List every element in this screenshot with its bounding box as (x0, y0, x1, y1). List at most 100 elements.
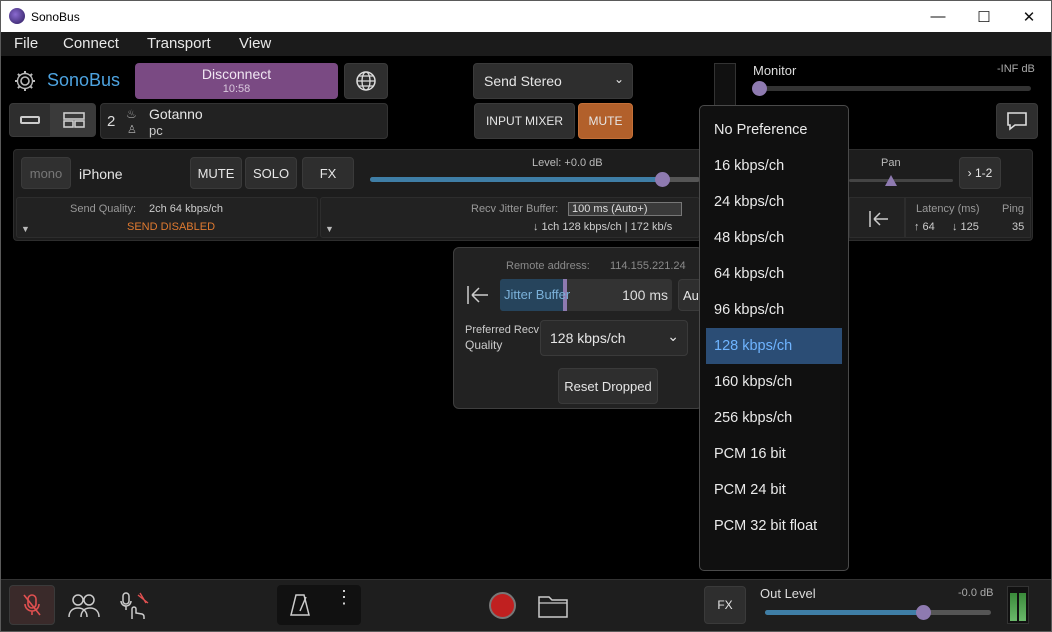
peer-mute-button[interactable]: MUTE (190, 157, 242, 189)
metronome-icon (290, 594, 310, 616)
peers-icon[interactable] (67, 591, 101, 619)
jitter-buffer-value: 100 ms (622, 287, 668, 303)
maximize-button[interactable]: ☐ (961, 1, 1007, 32)
app-name: SonoBus (47, 70, 121, 90)
menu-connect[interactable]: Connect (63, 35, 119, 52)
pan-slider-track[interactable] (849, 179, 953, 182)
minimize-button[interactable]: — (915, 1, 961, 32)
metronome-panel[interactable]: ⋮ (277, 585, 361, 625)
pref-recv-label-2: Quality (465, 338, 503, 352)
close-button[interactable]: ✕ (1006, 1, 1051, 32)
output-meter (1007, 586, 1029, 624)
pan-label: Pan (881, 157, 901, 169)
quality-option-selected[interactable]: 128 kbps/ch (706, 328, 842, 364)
send-quality-value: 2ch 64 kbps/ch (149, 203, 223, 215)
output-fx-button[interactable]: FX (704, 586, 746, 624)
out-level-db: -0.0 dB (958, 587, 994, 599)
send-quality-label: Send Quality: (70, 203, 137, 215)
quality-option[interactable]: 48 kbps/ch (706, 220, 842, 256)
level-slider-fill (370, 177, 662, 182)
disconnect-label: Disconnect (201, 66, 272, 82)
channels-label: 1-2 (975, 166, 993, 180)
single-view-button[interactable] (9, 103, 51, 137)
jitter-buffer-label: Jitter Buffer (504, 287, 571, 302)
session-time: 10:58 (222, 83, 251, 95)
settings-icon[interactable] (13, 69, 37, 93)
push-to-talk-icon[interactable] (120, 591, 152, 621)
pref-recv-quality-select[interactable]: 128 kbps/ch ⌄ (540, 320, 688, 356)
mono-toggle[interactable]: mono (21, 157, 71, 189)
user-name: pc (149, 123, 163, 138)
group-info-panel[interactable]: 2 ♨ Gotanno ♙ pc (100, 103, 388, 139)
menu-file[interactable]: File (14, 35, 38, 52)
record-button[interactable] (489, 592, 516, 619)
recv-panel[interactable]: Recv Jitter Buffer: 100 ms (Auto+) ↓ 1ch… (320, 197, 700, 238)
send-mode-select[interactable]: Send Stereo ⌄ (473, 63, 633, 99)
level-slider-thumb[interactable] (655, 172, 670, 187)
monitor-slider-thumb[interactable] (752, 81, 767, 96)
quality-dropdown-list: No Preference 16 kbps/ch 24 kbps/ch 48 k… (699, 105, 849, 571)
quality-option[interactable]: No Preference (706, 112, 842, 148)
group-icon: ♨ (126, 107, 137, 121)
input-mixer-button[interactable]: INPUT MIXER (474, 103, 575, 139)
quality-option[interactable]: 24 kbps/ch (706, 184, 842, 220)
expand-recv-icon[interactable]: ▼ (325, 224, 334, 234)
jitter-reset-icon[interactable] (466, 285, 490, 305)
recv-jitter-value: 100 ms (Auto+) (568, 202, 682, 216)
recv-jitter-label: Recv Jitter Buffer: (471, 203, 559, 215)
connect-server-button[interactable] (344, 63, 388, 99)
quality-option[interactable]: 96 kbps/ch (706, 292, 842, 328)
sonobus-window: SonoBus — ☐ ✕ File Connect Transport Vie… (0, 0, 1052, 632)
chevron-down-icon: ⌄ (613, 72, 624, 86)
quality-option[interactable]: PCM 24 bit (706, 472, 842, 508)
chat-button[interactable] (996, 103, 1038, 139)
out-level-label: Out Level (760, 586, 816, 601)
out-level-slider-thumb[interactable] (916, 605, 931, 620)
quality-option[interactable]: PCM 16 bit (706, 436, 842, 472)
folder-icon[interactable] (537, 593, 569, 619)
peer-name: iPhone (79, 166, 123, 182)
user-icon: ♙ (127, 124, 137, 136)
output-meter-left (1010, 593, 1017, 621)
chat-bubble-icon (1007, 112, 1027, 131)
footer-bar (1, 579, 1051, 631)
expand-send-icon[interactable]: ▼ (21, 224, 30, 234)
quality-option[interactable]: 64 kbps/ch (706, 256, 842, 292)
reset-dropped-button[interactable]: Reset Dropped (558, 368, 658, 404)
title-bar: SonoBus — ☐ ✕ (1, 1, 1051, 32)
more-options-icon[interactable]: ⋮ (335, 588, 353, 606)
single-layout-icon (20, 116, 40, 124)
reset-jitter-button[interactable] (849, 197, 905, 238)
peer-solo-button[interactable]: SOLO (245, 157, 297, 189)
multi-view-button[interactable] (51, 103, 96, 137)
main-mute-button[interactable]: MUTE (578, 103, 633, 139)
arrow-left-bar-icon (869, 211, 888, 227)
quality-option[interactable]: 256 kbps/ch (706, 400, 842, 436)
menu-view[interactable]: View (239, 35, 271, 52)
chevron-right-icon: › (967, 166, 975, 180)
channels-button[interactable]: › 1-2 (959, 157, 1001, 189)
menu-transport[interactable]: Transport (147, 35, 211, 52)
mic-mute-button[interactable] (9, 585, 55, 625)
quality-option[interactable]: 16 kbps/ch (706, 148, 842, 184)
send-disabled-status: SEND DISABLED (127, 221, 216, 233)
monitor-slider-track[interactable] (758, 86, 1031, 91)
latency-up: ↑ 64 (914, 221, 935, 233)
window-title: SonoBus (31, 10, 80, 24)
monitor-label: Monitor (753, 63, 797, 78)
group-name: Gotanno (149, 106, 203, 122)
globe-icon (356, 71, 376, 91)
quality-option[interactable]: 160 kbps/ch (706, 364, 842, 400)
pan-slider-thumb[interactable] (885, 175, 897, 186)
send-quality-panel[interactable]: Send Quality: 2ch 64 kbps/ch SEND DISABL… (16, 197, 318, 238)
jitter-buffer-slider[interactable]: Jitter Buffer 100 ms (500, 279, 672, 311)
latency-down: ↓ 125 (952, 221, 979, 233)
quality-option[interactable]: PCM 32 bit float (706, 508, 842, 544)
menu-bar: File Connect Transport View (1, 32, 1051, 56)
recv-stats: ↓ 1ch 128 kbps/ch | 172 kb/s (533, 221, 673, 233)
disconnect-button[interactable]: Disconnect 10:58 (135, 63, 338, 99)
mic-off-icon (23, 594, 41, 616)
peer-options-popup: Remote address: 114.155.221.24 Jitter Bu… (453, 247, 703, 409)
peer-fx-button[interactable]: FX (302, 157, 354, 189)
app-logo-icon (9, 8, 25, 24)
